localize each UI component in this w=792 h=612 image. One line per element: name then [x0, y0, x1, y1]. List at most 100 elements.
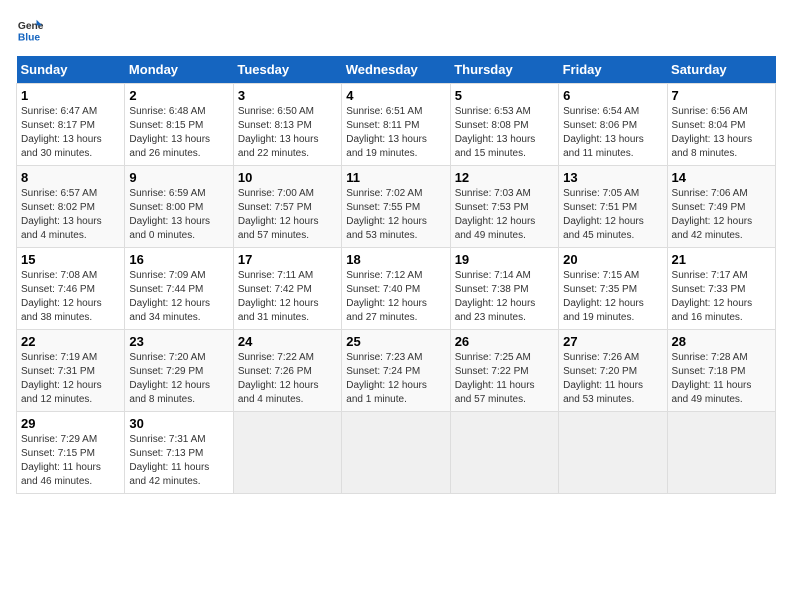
day-of-week-header: Wednesday — [342, 56, 450, 84]
calendar-week-row: 1 Sunrise: 6:47 AM Sunset: 8:17 PM Daylig… — [17, 84, 776, 166]
calendar-cell: 18 Sunrise: 7:12 AM Sunset: 7:40 PM Dayli… — [342, 248, 450, 330]
calendar-cell: 21Sunrise: 7:17 AM Sunset: 7:33 PM Dayli… — [667, 248, 775, 330]
day-info: Sunrise: 7:11 AM Sunset: 7:42 PM Dayligh… — [238, 269, 337, 325]
calendar-header-row: SundayMondayTuesdayWednesdayThursdayFrid… — [17, 56, 776, 84]
day-number: 19 — [455, 252, 554, 267]
day-number: 16 — [129, 252, 228, 267]
day-info: Sunrise: 7:06 AM Sunset: 7:49 PM Dayligh… — [672, 187, 771, 243]
day-info: Sunrise: 7:00 AM Sunset: 7:57 PM Dayligh… — [238, 187, 337, 243]
day-number: 3 — [238, 88, 337, 103]
calendar-cell — [559, 412, 667, 494]
day-info: Sunrise: 6:57 AM Sunset: 8:02 PM Dayligh… — [21, 187, 120, 243]
logo: General Blue — [16, 16, 44, 44]
day-info: Sunrise: 6:50 AM Sunset: 8:13 PM Dayligh… — [238, 105, 337, 161]
day-info: Sunrise: 7:22 AM Sunset: 7:26 PM Dayligh… — [238, 351, 337, 407]
day-number: 26 — [455, 334, 554, 349]
calendar-cell: 16 Sunrise: 7:09 AM Sunset: 7:44 PM Dayli… — [125, 248, 233, 330]
calendar-cell: 29 Sunrise: 7:29 AM Sunset: 7:15 PM Dayli… — [17, 412, 125, 494]
day-number: 8 — [21, 170, 120, 185]
calendar-body: 1 Sunrise: 6:47 AM Sunset: 8:17 PM Daylig… — [17, 84, 776, 494]
day-info: Sunrise: 7:29 AM Sunset: 7:15 PM Dayligh… — [21, 433, 120, 489]
day-info: Sunrise: 7:17 AM Sunset: 7:33 PM Dayligh… — [672, 269, 771, 325]
day-of-week-header: Thursday — [450, 56, 558, 84]
day-number: 18 — [346, 252, 445, 267]
day-info: Sunrise: 6:59 AM Sunset: 8:00 PM Dayligh… — [129, 187, 228, 243]
calendar-cell — [233, 412, 341, 494]
calendar-cell: 3 Sunrise: 6:50 AM Sunset: 8:13 PM Daylig… — [233, 84, 341, 166]
svg-text:Blue: Blue — [18, 32, 41, 43]
day-info: Sunrise: 7:02 AM Sunset: 7:55 PM Dayligh… — [346, 187, 445, 243]
calendar-cell: 25Sunrise: 7:23 AM Sunset: 7:24 PM Dayli… — [342, 330, 450, 412]
calendar-cell: 1 Sunrise: 6:47 AM Sunset: 8:17 PM Daylig… — [17, 84, 125, 166]
calendar-cell: 13 Sunrise: 7:05 AM Sunset: 7:51 PM Dayli… — [559, 166, 667, 248]
day-info: Sunrise: 6:54 AM Sunset: 8:06 PM Dayligh… — [563, 105, 662, 161]
calendar-cell: 20Sunrise: 7:15 AM Sunset: 7:35 PM Dayli… — [559, 248, 667, 330]
calendar-week-row: 29 Sunrise: 7:29 AM Sunset: 7:15 PM Dayli… — [17, 412, 776, 494]
day-number: 27 — [563, 334, 662, 349]
day-number: 10 — [238, 170, 337, 185]
calendar-cell: 30 Sunrise: 7:31 AM Sunset: 7:13 PM Dayli… — [125, 412, 233, 494]
day-of-week-header: Tuesday — [233, 56, 341, 84]
day-info: Sunrise: 6:53 AM Sunset: 8:08 PM Dayligh… — [455, 105, 554, 161]
day-number: 1 — [21, 88, 120, 103]
day-number: 22 — [21, 334, 120, 349]
calendar-cell: 27 Sunrise: 7:26 AM Sunset: 7:20 PM Dayli… — [559, 330, 667, 412]
day-info: Sunrise: 6:48 AM Sunset: 8:15 PM Dayligh… — [129, 105, 228, 161]
calendar-cell: 5Sunrise: 6:53 AM Sunset: 8:08 PM Daylig… — [450, 84, 558, 166]
day-info: Sunrise: 6:47 AM Sunset: 8:17 PM Dayligh… — [21, 105, 120, 161]
calendar-cell: 23Sunrise: 7:20 AM Sunset: 7:29 PM Dayli… — [125, 330, 233, 412]
day-info: Sunrise: 7:25 AM Sunset: 7:22 PM Dayligh… — [455, 351, 554, 407]
calendar-cell: 24 Sunrise: 7:22 AM Sunset: 7:26 PM Dayli… — [233, 330, 341, 412]
day-number: 17 — [238, 252, 337, 267]
day-number: 6 — [563, 88, 662, 103]
day-number: 30 — [129, 416, 228, 431]
calendar-week-row: 15Sunrise: 7:08 AM Sunset: 7:46 PM Dayli… — [17, 248, 776, 330]
day-info: Sunrise: 6:51 AM Sunset: 8:11 PM Dayligh… — [346, 105, 445, 161]
day-info: Sunrise: 7:23 AM Sunset: 7:24 PM Dayligh… — [346, 351, 445, 407]
day-info: Sunrise: 7:19 AM Sunset: 7:31 PM Dayligh… — [21, 351, 120, 407]
calendar-cell: 9Sunrise: 6:59 AM Sunset: 8:00 PM Daylig… — [125, 166, 233, 248]
day-number: 12 — [455, 170, 554, 185]
page-header: General Blue — [16, 16, 776, 44]
calendar-cell — [342, 412, 450, 494]
day-of-week-header: Monday — [125, 56, 233, 84]
calendar-cell: 14 Sunrise: 7:06 AM Sunset: 7:49 PM Dayli… — [667, 166, 775, 248]
calendar-cell: 4 Sunrise: 6:51 AM Sunset: 8:11 PM Daylig… — [342, 84, 450, 166]
day-number: 20 — [563, 252, 662, 267]
day-info: Sunrise: 7:20 AM Sunset: 7:29 PM Dayligh… — [129, 351, 228, 407]
day-number: 14 — [672, 170, 771, 185]
calendar-cell: 8 Sunrise: 6:57 AM Sunset: 8:02 PM Daylig… — [17, 166, 125, 248]
calendar-cell — [667, 412, 775, 494]
day-info: Sunrise: 7:05 AM Sunset: 7:51 PM Dayligh… — [563, 187, 662, 243]
day-info: Sunrise: 7:03 AM Sunset: 7:53 PM Dayligh… — [455, 187, 554, 243]
day-number: 11 — [346, 170, 445, 185]
calendar-table: SundayMondayTuesdayWednesdayThursdayFrid… — [16, 56, 776, 494]
day-number: 13 — [563, 170, 662, 185]
calendar-week-row: 8 Sunrise: 6:57 AM Sunset: 8:02 PM Daylig… — [17, 166, 776, 248]
day-of-week-header: Sunday — [17, 56, 125, 84]
svg-text:General: General — [18, 21, 44, 32]
calendar-cell: 11 Sunrise: 7:02 AM Sunset: 7:55 PM Dayli… — [342, 166, 450, 248]
day-info: Sunrise: 7:28 AM Sunset: 7:18 PM Dayligh… — [672, 351, 771, 407]
day-info: Sunrise: 7:14 AM Sunset: 7:38 PM Dayligh… — [455, 269, 554, 325]
day-info: Sunrise: 7:09 AM Sunset: 7:44 PM Dayligh… — [129, 269, 228, 325]
calendar-cell: 19 Sunrise: 7:14 AM Sunset: 7:38 PM Dayli… — [450, 248, 558, 330]
calendar-cell: 10 Sunrise: 7:00 AM Sunset: 7:57 PM Dayli… — [233, 166, 341, 248]
day-of-week-header: Friday — [559, 56, 667, 84]
calendar-cell: 7Sunrise: 6:56 AM Sunset: 8:04 PM Daylig… — [667, 84, 775, 166]
day-info: Sunrise: 7:31 AM Sunset: 7:13 PM Dayligh… — [129, 433, 228, 489]
calendar-week-row: 22 Sunrise: 7:19 AM Sunset: 7:31 PM Dayli… — [17, 330, 776, 412]
calendar-cell: 22 Sunrise: 7:19 AM Sunset: 7:31 PM Dayli… — [17, 330, 125, 412]
calendar-cell — [450, 412, 558, 494]
logo-icon: General Blue — [16, 16, 44, 44]
day-number: 4 — [346, 88, 445, 103]
calendar-cell: 2 Sunrise: 6:48 AM Sunset: 8:15 PM Daylig… — [125, 84, 233, 166]
day-number: 24 — [238, 334, 337, 349]
day-number: 2 — [129, 88, 228, 103]
day-number: 15 — [21, 252, 120, 267]
day-info: Sunrise: 7:12 AM Sunset: 7:40 PM Dayligh… — [346, 269, 445, 325]
day-number: 29 — [21, 416, 120, 431]
day-info: Sunrise: 7:26 AM Sunset: 7:20 PM Dayligh… — [563, 351, 662, 407]
day-info: Sunrise: 6:56 AM Sunset: 8:04 PM Dayligh… — [672, 105, 771, 161]
calendar-cell: 15Sunrise: 7:08 AM Sunset: 7:46 PM Dayli… — [17, 248, 125, 330]
